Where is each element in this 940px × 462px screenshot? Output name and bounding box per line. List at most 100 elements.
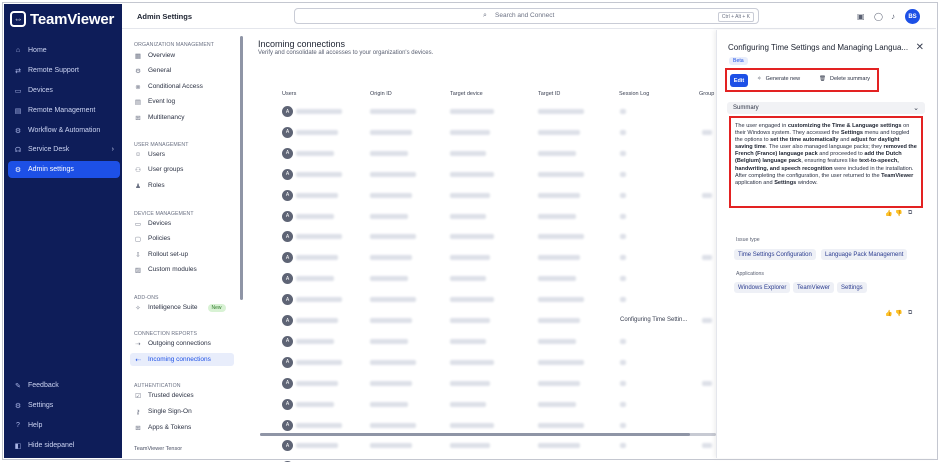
column-header-group[interactable]: Group xyxy=(699,91,714,97)
settings-item-multitenancy[interactable]: ⊞ Multitenancy xyxy=(130,111,234,124)
table-row[interactable]: A xyxy=(282,104,716,119)
table-horizontal-scrollbar[interactable] xyxy=(260,433,716,436)
settings-item-users[interactable]: ☺ Users xyxy=(130,148,234,161)
settings-item-user-groups[interactable]: ⚇ User groups xyxy=(130,163,234,176)
thumbs-down-icon[interactable]: 👎 xyxy=(895,310,902,317)
redacted-cell xyxy=(538,443,580,449)
teamviewer-logo-icon: ⇔ xyxy=(10,11,26,27)
settings-item-outgoing-connections[interactable]: ⇢ Outgoing connections xyxy=(130,337,234,350)
delete-summary-button[interactable]: 🗑 Delete summary xyxy=(819,76,870,82)
table-row[interactable]: A xyxy=(282,271,716,286)
table-row[interactable]: A xyxy=(282,334,716,349)
redacted-cell xyxy=(620,234,626,240)
copy-icon[interactable]: ⧉ xyxy=(908,310,912,317)
table-row[interactable]: A xyxy=(282,167,716,182)
settings-item-roles[interactable]: ♟ Roles xyxy=(130,179,234,192)
nav-item-remote-management[interactable]: ▤ Remote Management xyxy=(8,102,120,119)
nav-item-admin-settings[interactable]: ⚙ Admin settings xyxy=(8,161,120,178)
clipboard-icon[interactable]: ▣ xyxy=(857,12,865,21)
settings-item-conditional-access[interactable]: ⊗ Conditional Access xyxy=(130,80,234,93)
close-icon[interactable]: ✕ xyxy=(916,42,924,53)
tag-chip[interactable]: Settings xyxy=(837,282,867,293)
workflow-icon: ⚙ xyxy=(14,127,22,135)
table-row[interactable]: A xyxy=(282,355,716,370)
settings-item-intelligence-suite[interactable]: ✧ Intelligence Suite New xyxy=(130,301,234,314)
settings-item-custom-modules[interactable]: ▨ Custom modules xyxy=(130,263,234,276)
nav-item-home[interactable]: ⌂ Home xyxy=(8,42,120,59)
settings-item-single-sign-on[interactable]: ⚷ Single Sign-On xyxy=(130,405,234,418)
redacted-cell xyxy=(702,192,712,198)
delete-summary-label: Delete summary xyxy=(829,76,871,82)
nav-item-devices[interactable]: ▭ Devices xyxy=(8,82,120,99)
settings-item-label: Rollout set-up xyxy=(148,251,189,258)
tag-chip[interactable]: Windows Explorer xyxy=(734,282,791,293)
settings-item-icon: ⚙ xyxy=(135,67,141,75)
table-row[interactable]: A xyxy=(282,438,716,453)
nav-item-service-desk[interactable]: ☊ Service Desk › xyxy=(8,141,120,158)
table-row[interactable]: A xyxy=(282,250,716,265)
table-row[interactable]: A xyxy=(282,146,716,161)
session-log-cell[interactable]: Configuring Time Settin... xyxy=(620,317,687,323)
search-input[interactable]: ⌕ Search and Connect Ctrl + Alt + K xyxy=(294,8,759,24)
column-header-origin-id[interactable]: Origin ID xyxy=(370,91,392,97)
nav-item-label: Hide sidepanel xyxy=(28,442,75,449)
nav-item-remote-support[interactable]: ⇄ Remote Support xyxy=(8,62,120,79)
redacted-cell xyxy=(296,318,338,323)
table-row[interactable]: A xyxy=(282,188,716,203)
redacted-cell xyxy=(370,276,408,282)
column-header-target-device[interactable]: Target device xyxy=(450,91,483,97)
thumbs-down-icon[interactable]: 👎 xyxy=(895,210,902,217)
nav-item-feedback[interactable]: ✎ Feedback xyxy=(8,377,120,394)
table-row[interactable]: A xyxy=(282,376,716,391)
redacted-cell xyxy=(370,192,412,198)
sidebar-scrollbar[interactable] xyxy=(240,36,243,300)
summary-accordion[interactable]: Summary ⌄ xyxy=(727,102,925,114)
redacted-cell xyxy=(370,234,416,240)
settings-item-label: Conditional Access xyxy=(148,83,203,90)
thumbs-up-icon[interactable]: 👍 xyxy=(885,210,892,217)
redacted-cell xyxy=(296,129,338,135)
redacted-cell xyxy=(450,359,494,365)
settings-item-icon: ▤ xyxy=(134,98,142,106)
scrollbar-thumb[interactable] xyxy=(260,433,690,436)
column-header-target-id[interactable]: Target ID xyxy=(538,91,560,97)
settings-item-devices[interactable]: ▭ Devices xyxy=(130,217,234,230)
nav-item-settings[interactable]: ⚙ Settings xyxy=(8,397,120,414)
redacted-cell xyxy=(620,129,626,135)
table-row[interactable]: A Configuring Time Settin... xyxy=(282,313,716,328)
tag-chip[interactable]: TeamViewer xyxy=(793,282,834,293)
table-row[interactable]: A xyxy=(282,229,716,244)
table-row[interactable]: A xyxy=(282,397,716,412)
settings-item-event-log[interactable]: ▤ Event log xyxy=(130,95,234,108)
table-row[interactable]: A xyxy=(282,209,716,224)
tag-chip[interactable]: Language Pack Management xyxy=(821,249,908,260)
redacted-cell xyxy=(450,129,490,135)
settings-item-overview[interactable]: ▦ Overview xyxy=(130,49,234,62)
tag-chip[interactable]: Time Settings Configuration xyxy=(734,249,816,260)
table-row[interactable]: A xyxy=(282,125,716,140)
redacted-cell xyxy=(370,171,416,177)
chat-icon[interactable]: ◯ xyxy=(874,12,883,21)
nav-item-workflow-automation[interactable]: ⚙ Workflow & Automation xyxy=(8,122,120,139)
settings-item-policies[interactable]: ▢ Policies xyxy=(130,232,234,245)
settings-item-label: General xyxy=(148,67,172,74)
settings-item-incoming-connections[interactable]: ⇠ Incoming connections xyxy=(130,353,234,366)
nav-item-hide-sidepanel[interactable]: ◧ Hide sidepanel xyxy=(8,437,120,454)
user-avatar[interactable]: BS xyxy=(905,9,920,24)
settings-item-trusted-devices[interactable]: ☑ Trusted devices xyxy=(130,389,234,402)
table-row[interactable]: A xyxy=(282,292,716,307)
column-header-users[interactable]: Users xyxy=(282,91,296,97)
settings-item-apps-tokens[interactable]: ⊞ Apps & Tokens xyxy=(130,421,234,434)
settings-item-rollout-set-up[interactable]: ⇩ Rollout set-up xyxy=(130,248,234,261)
settings-item-general[interactable]: ⚙ General xyxy=(130,64,234,77)
edit-button[interactable]: Edit xyxy=(730,74,748,87)
table-row[interactable]: A xyxy=(282,418,716,433)
teamviewer-logo[interactable]: ⇔ TeamViewer xyxy=(10,10,114,28)
generate-new-button[interactable]: ✧ Generate new xyxy=(757,76,800,82)
column-header-session-log[interactable]: Session Log xyxy=(619,91,649,97)
nav-item-help[interactable]: ? Help xyxy=(8,417,120,434)
bell-icon[interactable]: ♪ xyxy=(891,12,895,21)
thumbs-up-icon[interactable]: 👍 xyxy=(885,310,892,317)
copy-icon[interactable]: ⧉ xyxy=(908,210,912,217)
nav-item-label: Service Desk xyxy=(28,146,70,153)
